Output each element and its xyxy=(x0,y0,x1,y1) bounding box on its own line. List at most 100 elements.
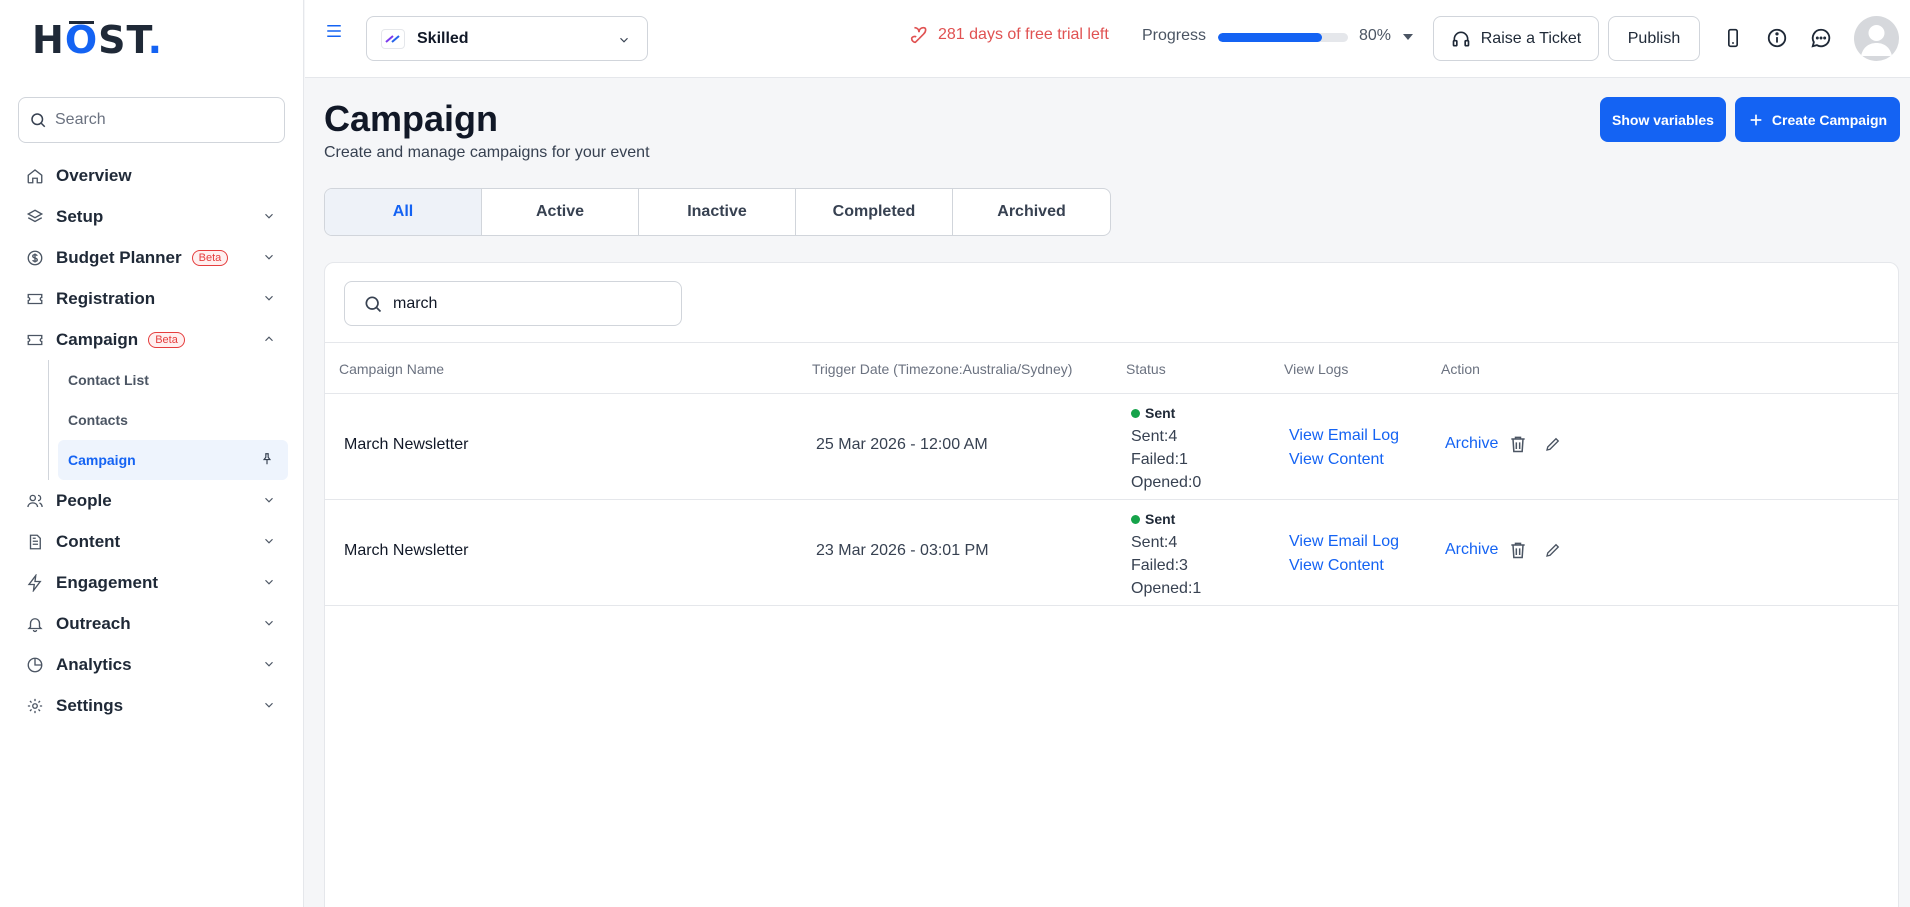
sidebar-item-campaign[interactable]: Campaign Beta xyxy=(18,319,288,360)
chevron-down-icon xyxy=(262,250,276,264)
sidebar-subitem-contact-list[interactable]: Contact List xyxy=(58,360,288,400)
sidebar-item-registration[interactable]: Registration xyxy=(18,278,288,319)
chevron-up-icon xyxy=(262,332,276,346)
event-name: Skilled xyxy=(417,29,469,47)
table-header: Campaign Name Trigger Date (Timezone:Aus… xyxy=(325,342,1898,394)
sidebar-item-label: Campaign xyxy=(56,329,139,349)
sidebar-item-content[interactable]: Content xyxy=(18,521,288,562)
sidebar-item-label: Setup xyxy=(56,206,104,226)
menu-icon[interactable] xyxy=(325,22,343,40)
sidebar-item-label: Engagement xyxy=(56,572,159,592)
page-title: Campaign xyxy=(324,98,499,139)
progress-fill xyxy=(1218,33,1322,42)
dollar-icon xyxy=(25,248,45,268)
info-icon[interactable] xyxy=(1766,27,1788,49)
bell-icon xyxy=(25,614,45,634)
gear-icon xyxy=(25,696,45,716)
search-placeholder: Search xyxy=(55,111,106,128)
actions-cell: Archive xyxy=(1445,540,1578,560)
sidebar-item-label: Overview xyxy=(56,165,132,185)
view-content-link[interactable]: View Content xyxy=(1289,448,1399,472)
sidebar-item-label: People xyxy=(56,490,112,510)
progress-bar xyxy=(1218,33,1348,42)
sidebar-item-people[interactable]: People xyxy=(18,480,288,521)
column-header: Action xyxy=(1441,361,1480,377)
caret-down-icon[interactable] xyxy=(1402,32,1414,42)
tab-archived[interactable]: Archived xyxy=(953,189,1110,235)
tab-all[interactable]: All xyxy=(325,189,482,235)
edit-pencil-icon[interactable] xyxy=(1544,435,1562,453)
sidebar-item-outreach[interactable]: Outreach xyxy=(18,603,288,644)
pie-chart-icon xyxy=(25,655,45,675)
tab-active[interactable]: Active xyxy=(482,189,639,235)
trial-icon xyxy=(908,24,930,46)
chevron-down-icon xyxy=(617,33,631,47)
tab-completed[interactable]: Completed xyxy=(796,189,953,235)
sidebar-item-budget-planner[interactable]: Budget Planner Beta xyxy=(18,237,288,278)
sidebar-subitem-campaign[interactable]: Campaign xyxy=(58,440,288,480)
ticket-icon xyxy=(25,330,45,350)
status-cell: Sent Sent:4 Failed:1 Opened:0 xyxy=(1131,402,1201,494)
layers-icon xyxy=(25,207,45,227)
status-badge: Sent xyxy=(1131,402,1201,425)
edit-pencil-icon[interactable] xyxy=(1544,541,1562,559)
status-dot xyxy=(1131,515,1140,524)
create-campaign-button[interactable]: Create Campaign xyxy=(1735,97,1900,142)
failed-count: Failed:3 xyxy=(1131,557,1188,574)
trigger-date: 25 Mar 2026 - 12:00 AM xyxy=(816,436,988,453)
column-header: Status xyxy=(1126,361,1166,377)
create-campaign-label: Create Campaign xyxy=(1771,111,1888,128)
sidebar-subitem-label: Campaign xyxy=(68,452,136,468)
sidebar-item-engagement[interactable]: Engagement xyxy=(18,562,288,603)
trial-notice[interactable]: 281 days of free trial left xyxy=(908,24,1109,46)
mobile-icon[interactable] xyxy=(1723,27,1743,49)
host-logo[interactable]: HOST. xyxy=(32,18,163,62)
event-selector[interactable]: Skilled xyxy=(366,16,648,61)
headphones-icon xyxy=(1451,29,1471,49)
show-variables-button[interactable]: Show variables xyxy=(1600,97,1726,142)
campaign-name: March Newsletter xyxy=(344,542,469,559)
opened-count: Opened:1 xyxy=(1131,580,1202,597)
status-label: Sent xyxy=(1145,405,1176,421)
search-icon xyxy=(363,294,383,314)
chat-icon[interactable] xyxy=(1810,27,1832,49)
chevron-down-icon xyxy=(262,616,276,630)
view-content-link[interactable]: View Content xyxy=(1289,554,1399,578)
raise-ticket-button[interactable]: Raise a Ticket xyxy=(1433,16,1599,61)
trash-icon[interactable] xyxy=(1508,434,1528,454)
sent-count: Sent:4 xyxy=(1131,428,1178,445)
lightning-icon xyxy=(25,573,45,593)
table-row: March Newsletter 25 Mar 2026 - 12:00 AM … xyxy=(325,394,1898,500)
logs-cell: View Email Log View Content xyxy=(1289,530,1399,578)
people-icon xyxy=(25,491,45,511)
top-bar: Skilled 281 days of free trial left Prog… xyxy=(305,0,1910,78)
archive-link[interactable]: Archive xyxy=(1445,435,1498,453)
campaign-name: March Newsletter xyxy=(344,436,469,453)
trash-icon[interactable] xyxy=(1508,540,1528,560)
plus-icon xyxy=(1748,112,1764,128)
status-badge: Sent xyxy=(1131,508,1201,531)
search-icon xyxy=(29,111,47,129)
sidebar-item-analytics[interactable]: Analytics xyxy=(18,644,288,685)
archive-link[interactable]: Archive xyxy=(1445,541,1498,559)
sidebar-item-overview[interactable]: Overview xyxy=(18,155,288,196)
pin-icon[interactable] xyxy=(260,452,274,466)
sidebar-item-settings[interactable]: Settings xyxy=(18,685,288,726)
chevron-down-icon xyxy=(262,291,276,305)
campaign-subnav: Contact List Contacts Campaign xyxy=(48,360,288,480)
chevron-down-icon xyxy=(262,534,276,548)
publish-button[interactable]: Publish xyxy=(1608,16,1700,61)
view-email-log-link[interactable]: View Email Log xyxy=(1289,424,1399,448)
avatar[interactable] xyxy=(1854,16,1899,61)
logs-cell: View Email Log View Content xyxy=(1289,424,1399,472)
tab-inactive[interactable]: Inactive xyxy=(639,189,796,235)
document-icon xyxy=(25,532,45,552)
campaign-search-input[interactable]: march xyxy=(344,281,682,326)
column-header: Campaign Name xyxy=(339,361,445,377)
sidebar-item-setup[interactable]: Setup xyxy=(18,196,288,237)
sidebar-search-input[interactable]: Search xyxy=(18,97,285,143)
sidebar-subitem-contacts[interactable]: Contacts xyxy=(58,400,288,440)
sidebar-item-label: Outreach xyxy=(56,613,131,633)
chevron-down-icon xyxy=(262,209,276,223)
view-email-log-link[interactable]: View Email Log xyxy=(1289,530,1399,554)
